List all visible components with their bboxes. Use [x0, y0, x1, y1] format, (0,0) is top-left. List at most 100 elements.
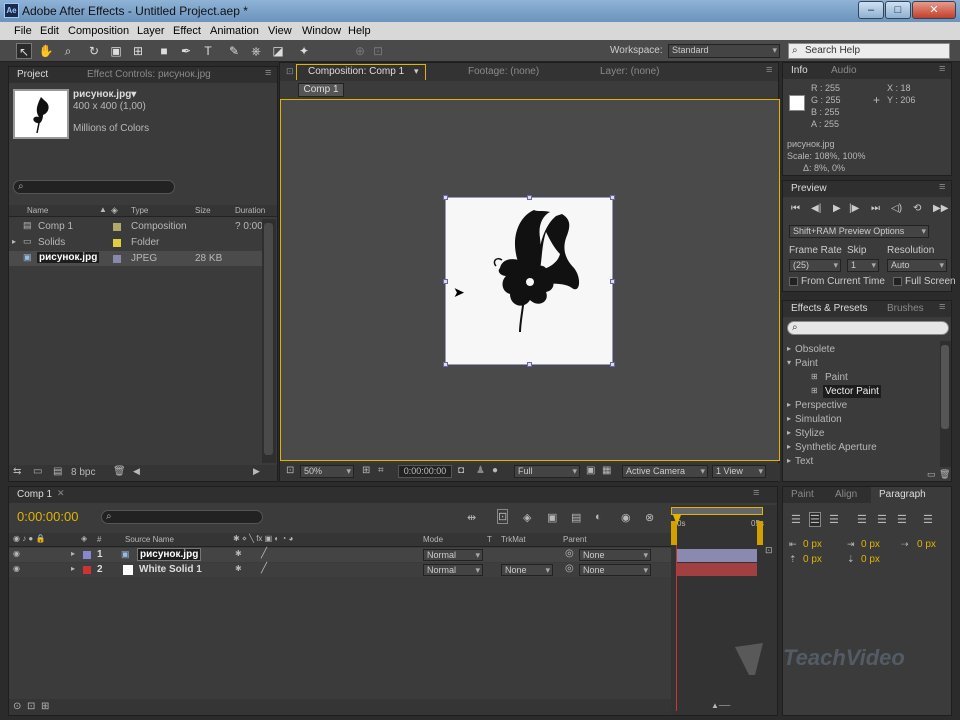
tab-info[interactable]: Info: [791, 65, 808, 76]
visibility-eye-icon[interactable]: ◉: [13, 549, 20, 558]
safe-zones-icon[interactable]: ⊞: [362, 465, 370, 476]
effects-item[interactable]: ▾ Paint: [783, 357, 939, 372]
camera-dropdown[interactable]: Active Camera: [622, 465, 708, 478]
col-mode[interactable]: Mode: [423, 535, 443, 544]
resolution-dropdown[interactable]: Full: [514, 465, 580, 478]
tab-brushes[interactable]: Brushes: [887, 303, 924, 314]
tab-footage[interactable]: Footage: (none): [468, 66, 539, 77]
shy-switch-icon[interactable]: ✱: [235, 549, 242, 558]
axis-mode-icon[interactable]: ⊕: [352, 43, 368, 59]
effects-item[interactable]: ▸ Obsolete: [783, 343, 939, 358]
menu-layer[interactable]: Layer: [137, 25, 165, 37]
close-button[interactable]: ✕: [912, 1, 956, 19]
motion-blur-icon[interactable]: ◐: [595, 511, 602, 523]
timeline-current-time[interactable]: 0:00:00:00: [17, 509, 78, 524]
panel-menu-icon[interactable]: ≡: [753, 487, 759, 499]
draft-3d-icon[interactable]: ◈: [523, 511, 531, 524]
tab-layer[interactable]: Layer: (none): [600, 66, 659, 77]
skip-dropdown[interactable]: 1: [847, 259, 879, 272]
expand-arrow-icon[interactable]: ▸: [12, 237, 16, 246]
project-item-image[interactable]: ▣ рисунок.jpg JPEG 28 KB: [9, 251, 262, 266]
handle-b[interactable]: [527, 362, 532, 367]
expand-arrow-icon[interactable]: ▾: [787, 358, 791, 367]
effects-item[interactable]: ▸ Simulation: [783, 413, 939, 428]
tab-effects-presets[interactable]: Effects & Presets: [791, 303, 868, 314]
effects-item-selected[interactable]: ⊞ Vector Paint: [783, 385, 939, 400]
layer-parent-dropdown[interactable]: None: [579, 549, 651, 561]
layer-bar-1[interactable]: [677, 549, 757, 562]
handle-bl[interactable]: [443, 362, 448, 367]
effects-item[interactable]: ▸ Text: [783, 455, 939, 467]
menu-window[interactable]: Window: [302, 25, 341, 37]
timeline-layer-row[interactable]: ◉ ▸ 1 ▣ рисунок.jpg ✱ ╱ Normal ◎ None: [9, 548, 671, 562]
parent-pickwhip-icon[interactable]: ◎: [565, 563, 574, 574]
world-axis-icon[interactable]: ⊡: [370, 43, 386, 59]
first-frame-icon[interactable]: ⏮: [791, 203, 800, 214]
trash-icon[interactable]: 🗑: [113, 466, 126, 477]
always-preview-icon[interactable]: ⊡: [286, 465, 294, 476]
hide-shy-icon[interactable]: ▣: [547, 511, 557, 524]
expand-arrow-icon[interactable]: ▸: [787, 344, 791, 353]
panel-menu-icon[interactable]: ≡: [766, 64, 772, 76]
menu-edit[interactable]: Edit: [40, 25, 59, 37]
expand-arrow-icon[interactable]: ▸: [787, 456, 791, 465]
col-name[interactable]: Name: [27, 206, 48, 215]
quality-switch-icon[interactable]: ╱: [261, 548, 267, 559]
comp-viewport[interactable]: ➤: [280, 99, 780, 461]
handle-l[interactable]: [443, 279, 448, 284]
handle-r[interactable]: [610, 279, 615, 284]
minimize-button[interactable]: –: [858, 1, 884, 19]
loop-icon[interactable]: ⟲: [913, 203, 921, 214]
last-frame-icon[interactable]: ⏭: [871, 203, 880, 214]
space-after-value[interactable]: 0 px: [861, 554, 880, 565]
panel-menu-icon[interactable]: ≡: [939, 181, 945, 193]
brush-tool-icon[interactable]: ✎: [226, 43, 242, 59]
timeline-search-input[interactable]: ⌕: [101, 510, 263, 524]
maximize-button[interactable]: □: [885, 1, 911, 19]
tab-align[interactable]: Align: [835, 489, 857, 500]
col-t[interactable]: T: [487, 535, 492, 544]
new-folder-icon[interactable]: ▭: [33, 466, 42, 477]
project-scrollbar[interactable]: [262, 219, 276, 463]
menu-file[interactable]: File: [14, 25, 32, 37]
menu-effect[interactable]: Effect: [173, 25, 201, 37]
project-item-solids[interactable]: ▸ ▭ Solids Folder: [9, 235, 277, 250]
justify-center-icon[interactable]: ☰: [877, 513, 887, 526]
align-left-icon[interactable]: ☰: [791, 513, 801, 526]
sort-icon[interactable]: ▲: [99, 205, 107, 214]
next-frame-icon[interactable]: |▶: [849, 203, 859, 214]
eraser-tool-icon[interactable]: ◪: [270, 43, 286, 59]
previous-frame-icon[interactable]: ◀|: [811, 203, 821, 214]
col-parent[interactable]: Parent: [563, 535, 587, 544]
handle-br[interactable]: [610, 362, 615, 367]
expand-arrow-icon[interactable]: ▸: [787, 400, 791, 409]
full-screen-checkbox[interactable]: [893, 277, 902, 286]
frame-rate-dropdown[interactable]: (25): [789, 259, 841, 272]
quality-switch-icon[interactable]: ╱: [261, 563, 267, 574]
resolution-dropdown[interactable]: Auto: [887, 259, 947, 272]
work-area-bar[interactable]: [671, 507, 763, 515]
ram-preview-icon[interactable]: ▶▶: [933, 203, 948, 214]
search-help-field[interactable]: ⌕ Search Help: [788, 43, 950, 59]
expand-arrow-icon[interactable]: ▸: [71, 564, 75, 573]
menu-animation[interactable]: Animation: [210, 25, 259, 37]
layer-parent-dropdown[interactable]: None: [579, 564, 651, 576]
channel-icon[interactable]: ●: [492, 465, 498, 476]
live-update-icon[interactable]: ⊡: [497, 509, 509, 524]
col-duration[interactable]: Duration: [235, 206, 265, 215]
label-swatch[interactable]: [113, 223, 121, 231]
zoom-dropdown[interactable]: 50%: [300, 465, 354, 478]
clone-stamp-tool-icon[interactable]: ⎈: [248, 43, 264, 59]
align-center-icon[interactable]: ☰: [809, 512, 821, 527]
space-before-value[interactable]: 0 px: [803, 554, 822, 565]
thumb-name[interactable]: рисунок.jpg▾: [73, 89, 136, 100]
new-comp-icon[interactable]: ▤: [53, 466, 62, 477]
expand-arrow-icon[interactable]: ▸: [787, 442, 791, 451]
selection-tool-icon[interactable]: ↖: [16, 43, 32, 59]
parent-pickwhip-icon[interactable]: ◎: [565, 548, 574, 559]
panel-menu-icon[interactable]: ≡: [939, 301, 945, 313]
handle-tl[interactable]: [443, 195, 448, 200]
col-type[interactable]: Type: [131, 206, 148, 215]
tab-dropdown-icon[interactable]: ▾: [414, 66, 419, 77]
shy-switch-icon[interactable]: ✱: [235, 564, 242, 573]
